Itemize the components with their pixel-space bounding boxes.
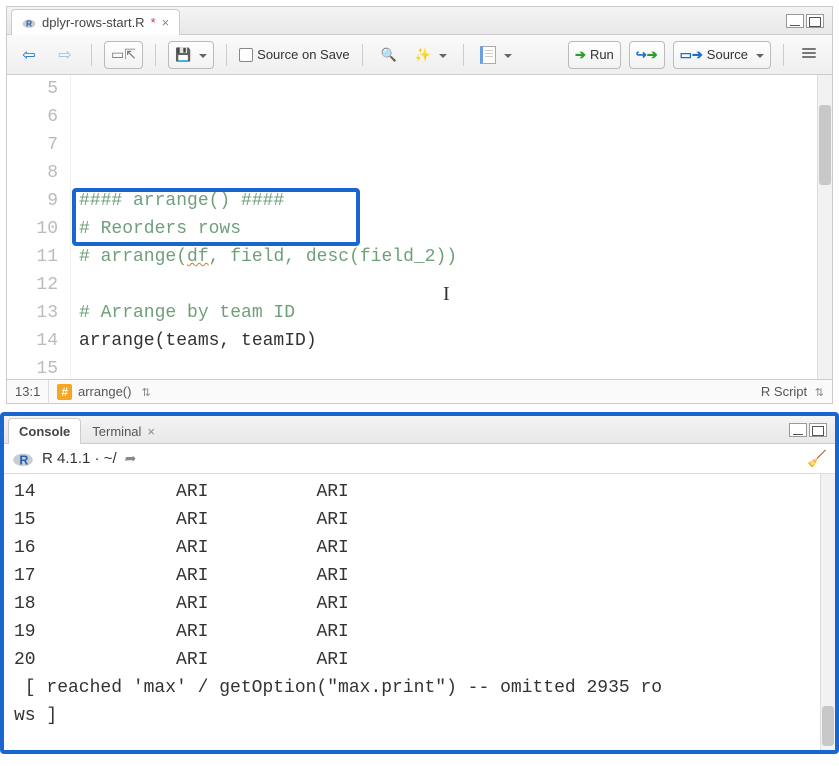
rerun-icon: ↪➔	[636, 47, 658, 63]
console-scrollbar[interactable]	[820, 474, 835, 750]
terminal-tab[interactable]: Terminal ×	[81, 418, 166, 444]
search-icon: 🔍	[381, 47, 397, 63]
editor-pane: R dplyr-rows-start.R * × ⇦ ⇨ ▭⇱ 💾 Source …	[6, 6, 833, 404]
console-tab[interactable]: Console	[8, 418, 81, 444]
language-picker[interactable]: R Script	[753, 384, 832, 399]
pane-maximize-icon[interactable]	[806, 14, 824, 28]
section-hash-icon: #	[57, 384, 72, 400]
svg-text:R: R	[19, 453, 28, 467]
pane-minimize-icon[interactable]	[786, 14, 804, 28]
source-on-save-checkbox[interactable]	[239, 48, 253, 62]
r-logo-icon: R	[12, 450, 34, 467]
updown-icon	[811, 384, 824, 399]
source-button[interactable]: ▭➔Source	[673, 41, 771, 69]
editor-tabbar: R dplyr-rows-start.R * ×	[7, 7, 832, 35]
pane-minimize-icon[interactable]	[789, 423, 807, 437]
run-arrow-icon: ➔	[575, 47, 586, 63]
console-scrollbar-thumb[interactable]	[822, 706, 834, 746]
outline-button[interactable]	[796, 41, 824, 69]
editor-statusbar: 13:1 # arrange() R Script	[7, 379, 832, 403]
tab-filename: dplyr-rows-start.R	[42, 15, 145, 30]
cursor-position: 13:1	[7, 380, 49, 404]
editor-scrollbar-thumb[interactable]	[819, 105, 831, 185]
save-icon: 💾	[175, 47, 191, 63]
wand-icon: ✨	[415, 47, 431, 63]
nav-forward-button[interactable]: ⇨	[51, 41, 79, 69]
code-nav-picker[interactable]: # arrange()	[49, 384, 158, 400]
editor-tab-active[interactable]: R dplyr-rows-start.R * ×	[11, 9, 180, 35]
nav-back-button[interactable]: ⇦	[15, 41, 43, 69]
tab-close-icon[interactable]: ×	[162, 15, 170, 30]
rerun-button[interactable]: ↪➔	[629, 41, 665, 69]
console-session-info: R 4.1.1 · ~/	[42, 450, 117, 467]
popout-icon: ▭⇱	[111, 46, 136, 63]
tab-modified-indicator: *	[151, 15, 156, 30]
editor-scrollbar[interactable]	[817, 75, 832, 379]
code-editor[interactable]: 56789101112131415 I #### arrange() #####…	[7, 75, 832, 379]
console-annotation-highlight: Console Terminal × R R 4.1.1 · ~/ ➦ 🧹 14…	[0, 412, 839, 754]
notebook-icon	[480, 46, 496, 64]
run-button[interactable]: ➔Run	[568, 41, 621, 69]
source-on-save-toggle[interactable]: Source on Save	[239, 47, 350, 63]
pane-maximize-icon[interactable]	[809, 423, 827, 437]
outline-icon	[802, 48, 818, 62]
tab-close-icon[interactable]: ×	[147, 424, 155, 439]
console-info-bar: R R 4.1.1 · ~/ ➦ 🧹	[4, 444, 835, 474]
r-file-icon: R	[22, 14, 36, 30]
compile-report-button[interactable]	[476, 41, 516, 69]
pane-window-controls	[789, 423, 835, 437]
line-gutter: 56789101112131415	[7, 75, 71, 379]
editor-toolbar: ⇦ ⇨ ▭⇱ 💾 Source on Save 🔍 ✨ ➔Run ↪➔ ▭➔So…	[7, 35, 832, 75]
clear-console-button[interactable]: 🧹	[807, 449, 827, 469]
find-button[interactable]: 🔍	[375, 41, 403, 69]
pane-window-controls	[786, 14, 832, 28]
console-output[interactable]: 14 ARI ARI 15 ARI ARI 16 ARI ARI 17 ARI …	[4, 474, 835, 750]
svg-text:R: R	[26, 18, 32, 28]
save-button[interactable]: 💾	[168, 41, 214, 69]
console-pane: Console Terminal × R R 4.1.1 · ~/ ➦ 🧹 14…	[4, 416, 835, 750]
show-in-new-window-button[interactable]: ▭⇱	[104, 41, 143, 69]
send-icon[interactable]: ➦	[125, 450, 137, 467]
console-tabbar: Console Terminal ×	[4, 416, 835, 444]
code-tools-button[interactable]: ✨	[411, 41, 451, 69]
source-arrow-icon: ▭➔	[680, 47, 703, 63]
updown-icon	[137, 384, 150, 399]
code-content[interactable]: I #### arrange() ##### Reorders rows# ar…	[71, 75, 832, 379]
